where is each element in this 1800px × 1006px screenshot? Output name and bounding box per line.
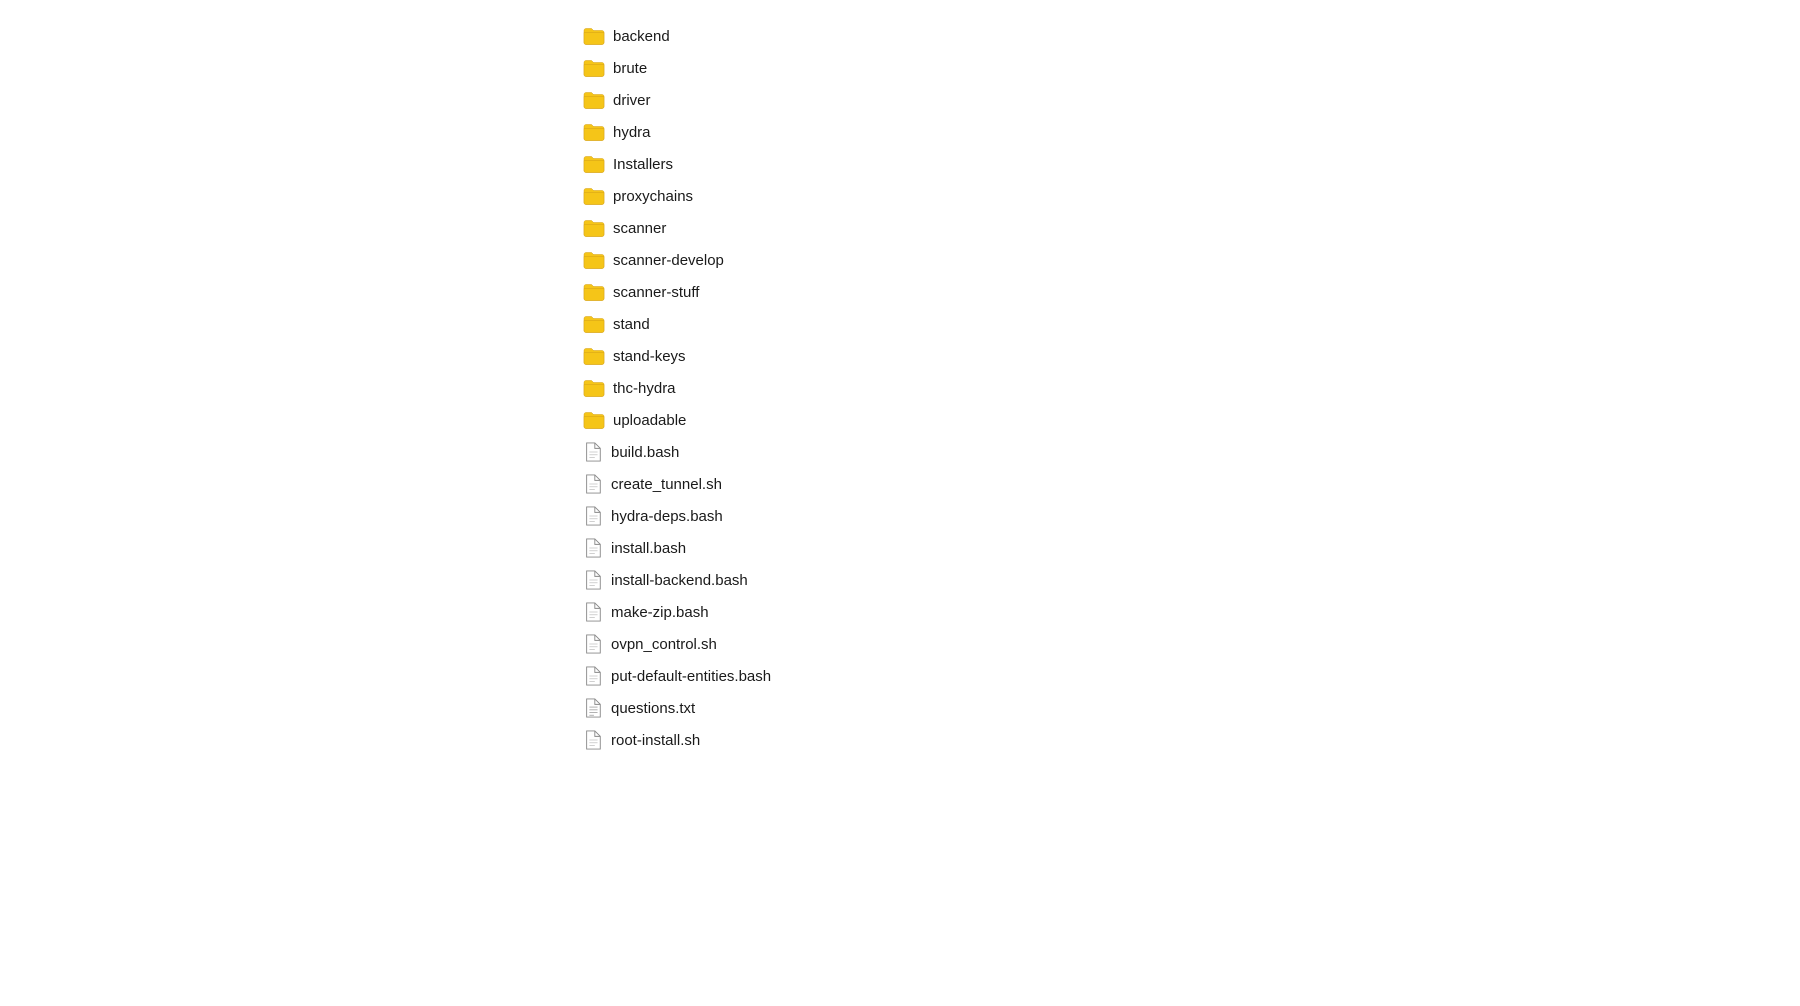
- file-icon: [583, 666, 603, 686]
- folder-icon: [583, 251, 605, 269]
- list-item-proxychains[interactable]: proxychains: [575, 180, 1800, 212]
- list-item-hydra-deps.bash[interactable]: hydra-deps.bash: [575, 500, 1800, 532]
- folder-icon: [583, 27, 605, 45]
- folder-icon: [583, 155, 605, 173]
- item-name: scanner-stuff: [613, 284, 699, 301]
- list-item-thc-hydra[interactable]: thc-hydra: [575, 372, 1800, 404]
- list-item-stand[interactable]: stand: [575, 308, 1800, 340]
- list-item-put-default-entities.bash[interactable]: put-default-entities.bash: [575, 660, 1800, 692]
- file-icon: [583, 442, 603, 462]
- item-name: backend: [613, 28, 670, 45]
- folder-icon: [583, 315, 605, 333]
- list-item-scanner-stuff[interactable]: scanner-stuff: [575, 276, 1800, 308]
- list-item-ovpn_control.sh[interactable]: ovpn_control.sh: [575, 628, 1800, 660]
- file-icon: [583, 474, 603, 494]
- item-name: create_tunnel.sh: [611, 476, 722, 493]
- txt-file-icon: [583, 698, 603, 718]
- item-name: driver: [613, 92, 651, 109]
- folder-icon: [583, 283, 605, 301]
- item-name: install-backend.bash: [611, 572, 748, 589]
- list-item-uploadable[interactable]: uploadable: [575, 404, 1800, 436]
- item-name: hydra-deps.bash: [611, 508, 723, 525]
- folder-icon: [583, 187, 605, 205]
- list-item-questions.txt[interactable]: questions.txt: [575, 692, 1800, 724]
- list-item-scanner[interactable]: scanner: [575, 212, 1800, 244]
- item-name: install.bash: [611, 540, 686, 557]
- item-name: scanner: [613, 220, 666, 237]
- file-icon: [583, 506, 603, 526]
- file-icon: [583, 538, 603, 558]
- item-name: put-default-entities.bash: [611, 668, 771, 685]
- list-item-brute[interactable]: brute: [575, 52, 1800, 84]
- list-item-create_tunnel.sh[interactable]: create_tunnel.sh: [575, 468, 1800, 500]
- item-name: scanner-develop: [613, 252, 724, 269]
- folder-icon: [583, 347, 605, 365]
- item-name: root-install.sh: [611, 732, 700, 749]
- item-name: ovpn_control.sh: [611, 636, 717, 653]
- list-item-make-zip.bash[interactable]: make-zip.bash: [575, 596, 1800, 628]
- folder-icon: [583, 59, 605, 77]
- list-item-install-backend.bash[interactable]: install-backend.bash: [575, 564, 1800, 596]
- file-list: backend brute driver hydra Installers pr…: [0, 0, 1800, 776]
- item-name: brute: [613, 60, 647, 77]
- list-item-Installers[interactable]: Installers: [575, 148, 1800, 180]
- list-item-stand-keys[interactable]: stand-keys: [575, 340, 1800, 372]
- item-name: proxychains: [613, 188, 693, 205]
- item-name: build.bash: [611, 444, 679, 461]
- list-item-driver[interactable]: driver: [575, 84, 1800, 116]
- file-icon: [583, 634, 603, 654]
- file-icon: [583, 730, 603, 750]
- file-icon: [583, 570, 603, 590]
- item-name: questions.txt: [611, 700, 695, 717]
- item-name: Installers: [613, 156, 673, 173]
- item-name: thc-hydra: [613, 380, 676, 397]
- item-name: uploadable: [613, 412, 686, 429]
- item-name: hydra: [613, 124, 651, 141]
- list-item-install.bash[interactable]: install.bash: [575, 532, 1800, 564]
- item-name: make-zip.bash: [611, 604, 709, 621]
- folder-icon: [583, 219, 605, 237]
- folder-icon: [583, 123, 605, 141]
- folder-icon: [583, 379, 605, 397]
- list-item-backend[interactable]: backend: [575, 20, 1800, 52]
- item-name: stand-keys: [613, 348, 686, 365]
- list-item-build.bash[interactable]: build.bash: [575, 436, 1800, 468]
- list-item-scanner-develop[interactable]: scanner-develop: [575, 244, 1800, 276]
- list-item-hydra[interactable]: hydra: [575, 116, 1800, 148]
- folder-icon: [583, 91, 605, 109]
- item-name: stand: [613, 316, 650, 333]
- file-icon: [583, 602, 603, 622]
- folder-icon: [583, 411, 605, 429]
- list-item-root-install.sh[interactable]: root-install.sh: [575, 724, 1800, 756]
